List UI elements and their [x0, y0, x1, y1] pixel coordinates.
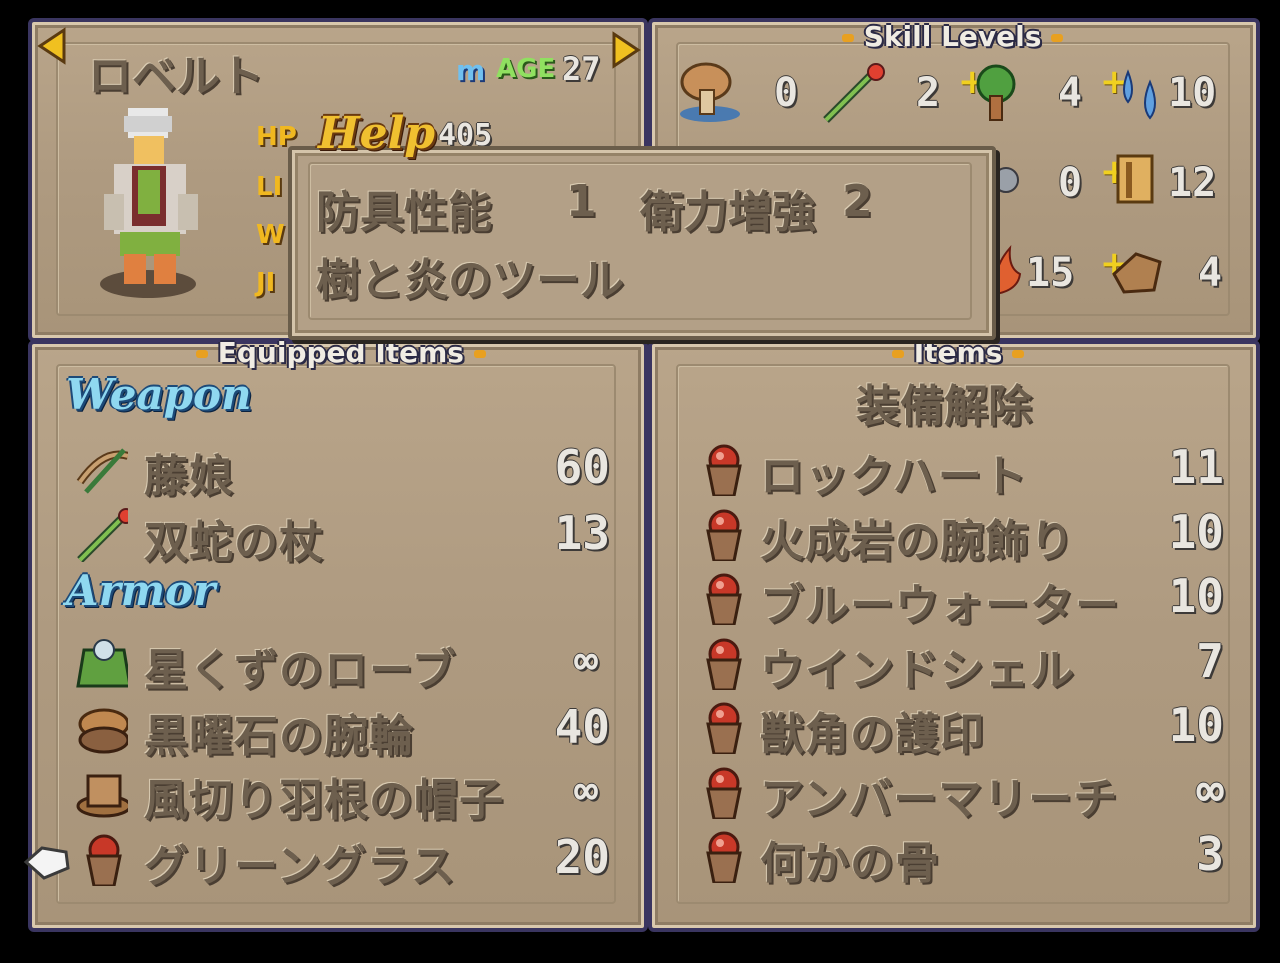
character-portrait [100, 108, 198, 298]
armor-name: 星くずのローブ [144, 645, 457, 696]
skill-value-3: 4 [1058, 70, 1083, 116]
equipped-armor-row[interactable]: 黒曜石の腕輪 40 [70, 700, 610, 762]
item-quantity: 10 [1168, 569, 1224, 623]
equipped-armor-row[interactable]: 星くずのローブ ∞ [70, 634, 610, 696]
armor-category-label: Armor [66, 566, 216, 615]
help-line1-right: 衛力増強 [640, 187, 816, 238]
skill-value-4: 10 [1168, 70, 1217, 116]
skill-value-5: 0 [1058, 160, 1083, 206]
help-line1-right-value: 2 [842, 176, 873, 227]
next-character-arrow-icon[interactable] [610, 30, 644, 70]
item-name: 獣角の護印 [760, 709, 985, 760]
music-skill-icon [1116, 154, 1154, 204]
bracelet-icon [78, 708, 128, 754]
skill-value-1: 0 [774, 70, 799, 116]
item-quantity: 10 [1168, 504, 1224, 559]
item-quantity: 7 [1196, 633, 1224, 688]
skill-levels-title: Skill Levels [842, 20, 1063, 53]
help-title: Help [318, 108, 436, 159]
unequip-option[interactable]: 装備解除 [856, 370, 1032, 434]
armor-value: ∞ [573, 638, 598, 684]
equipped-items-title-text: Equipped Items [217, 336, 464, 369]
age-value: 27 [562, 50, 601, 88]
hand-cursor-icon [23, 846, 70, 880]
item-name: アンバーマリーチ [760, 773, 1119, 825]
acorn-icon [706, 444, 742, 496]
item-name: ブルーウォーター [760, 580, 1120, 631]
item-row[interactable]: 火成岩の腕飾り 10 [694, 504, 1224, 567]
armor-value: ∞ [573, 768, 598, 814]
beast-skill-icon [1112, 252, 1162, 294]
staff-icon [77, 508, 128, 562]
items-title: Items [892, 336, 1024, 369]
weapon-name: 藤娘 [144, 451, 234, 502]
equipped-armor-row[interactable]: 風切り羽根の帽子 ∞ [70, 764, 610, 826]
item-row[interactable]: アンバーマリーチ ∞ [694, 762, 1224, 825]
prev-character-arrow-icon[interactable] [34, 26, 68, 66]
armor-name: 黒曜石の腕輪 [144, 711, 414, 762]
acorn-icon [86, 834, 122, 886]
tree-skill-icon [976, 64, 1016, 121]
gender-icon: m [456, 54, 486, 87]
mushroom-skill-icon [680, 62, 740, 122]
life-label: LI [256, 172, 283, 202]
item-quantity: 10 [1168, 698, 1224, 752]
equipped-items-title: Equipped Items [196, 336, 486, 369]
acorn-icon [706, 638, 742, 690]
weapon-category-label: Weapon [66, 370, 252, 419]
skill-levels-title-text: Skill Levels [863, 20, 1042, 53]
staff-skill-icon [823, 63, 885, 123]
armor-name: グリーングラス [144, 841, 456, 892]
jp-label: JI [256, 268, 276, 298]
robe-icon [76, 639, 128, 688]
equipped-weapon-row[interactable]: 藤娘 60 [70, 440, 610, 502]
acorn-icon [706, 767, 742, 819]
help-line1-left: 防具性能 [316, 187, 492, 238]
skill-value-6: 12 [1168, 160, 1217, 206]
item-name: 火成岩の腕飾り [760, 515, 1075, 567]
skill-value-7: 15 [1026, 250, 1075, 296]
item-quantity: 3 [1196, 827, 1224, 881]
item-row[interactable]: ブルーウォーター 10 [694, 569, 1224, 631]
weapon-value: 13 [554, 506, 610, 560]
equipped-weapon-row[interactable]: 双蛇の杖 13 [70, 506, 610, 568]
skill-value-2: 2 [916, 70, 941, 116]
skill-value-8: 4 [1198, 250, 1223, 296]
wp-label: W [256, 220, 285, 250]
item-name: ロックハート [760, 451, 1028, 502]
items-title-text: Items [913, 336, 1003, 369]
item-name: 何かの骨 [760, 838, 940, 889]
item-row[interactable]: ウインドシェル 7 [694, 633, 1224, 696]
hat-icon [76, 774, 128, 818]
equipped-armor-row[interactable]: グリーングラス 20 [70, 830, 610, 892]
acorn-icon [706, 509, 742, 561]
armor-value: 20 [554, 830, 610, 884]
age-label: AGE [496, 54, 556, 84]
water-skill-icon [1123, 69, 1156, 120]
item-quantity: 11 [1168, 440, 1224, 494]
armor-name: 風切り羽根の帽子 [144, 775, 504, 826]
item-row[interactable]: 何かの骨 3 [694, 827, 1224, 889]
weapon-value: 60 [554, 440, 610, 494]
item-name: ウインドシェル [760, 644, 1075, 696]
armor-value: 40 [554, 700, 610, 754]
acorn-icon [706, 831, 742, 883]
item-quantity: ∞ [1196, 762, 1224, 817]
help-line1-left-value: 1 [566, 176, 597, 227]
acorn-icon [706, 702, 742, 754]
item-row[interactable]: 獣角の護印 10 [694, 698, 1224, 760]
crossbow-icon [76, 448, 128, 494]
character-name: ロベルト [88, 51, 264, 102]
weapon-name: 双蛇の杖 [144, 517, 324, 568]
acorn-icon [706, 573, 742, 625]
item-row[interactable]: ロックハート 11 [694, 440, 1224, 502]
help-line2: 樹と炎のツール [316, 255, 624, 306]
